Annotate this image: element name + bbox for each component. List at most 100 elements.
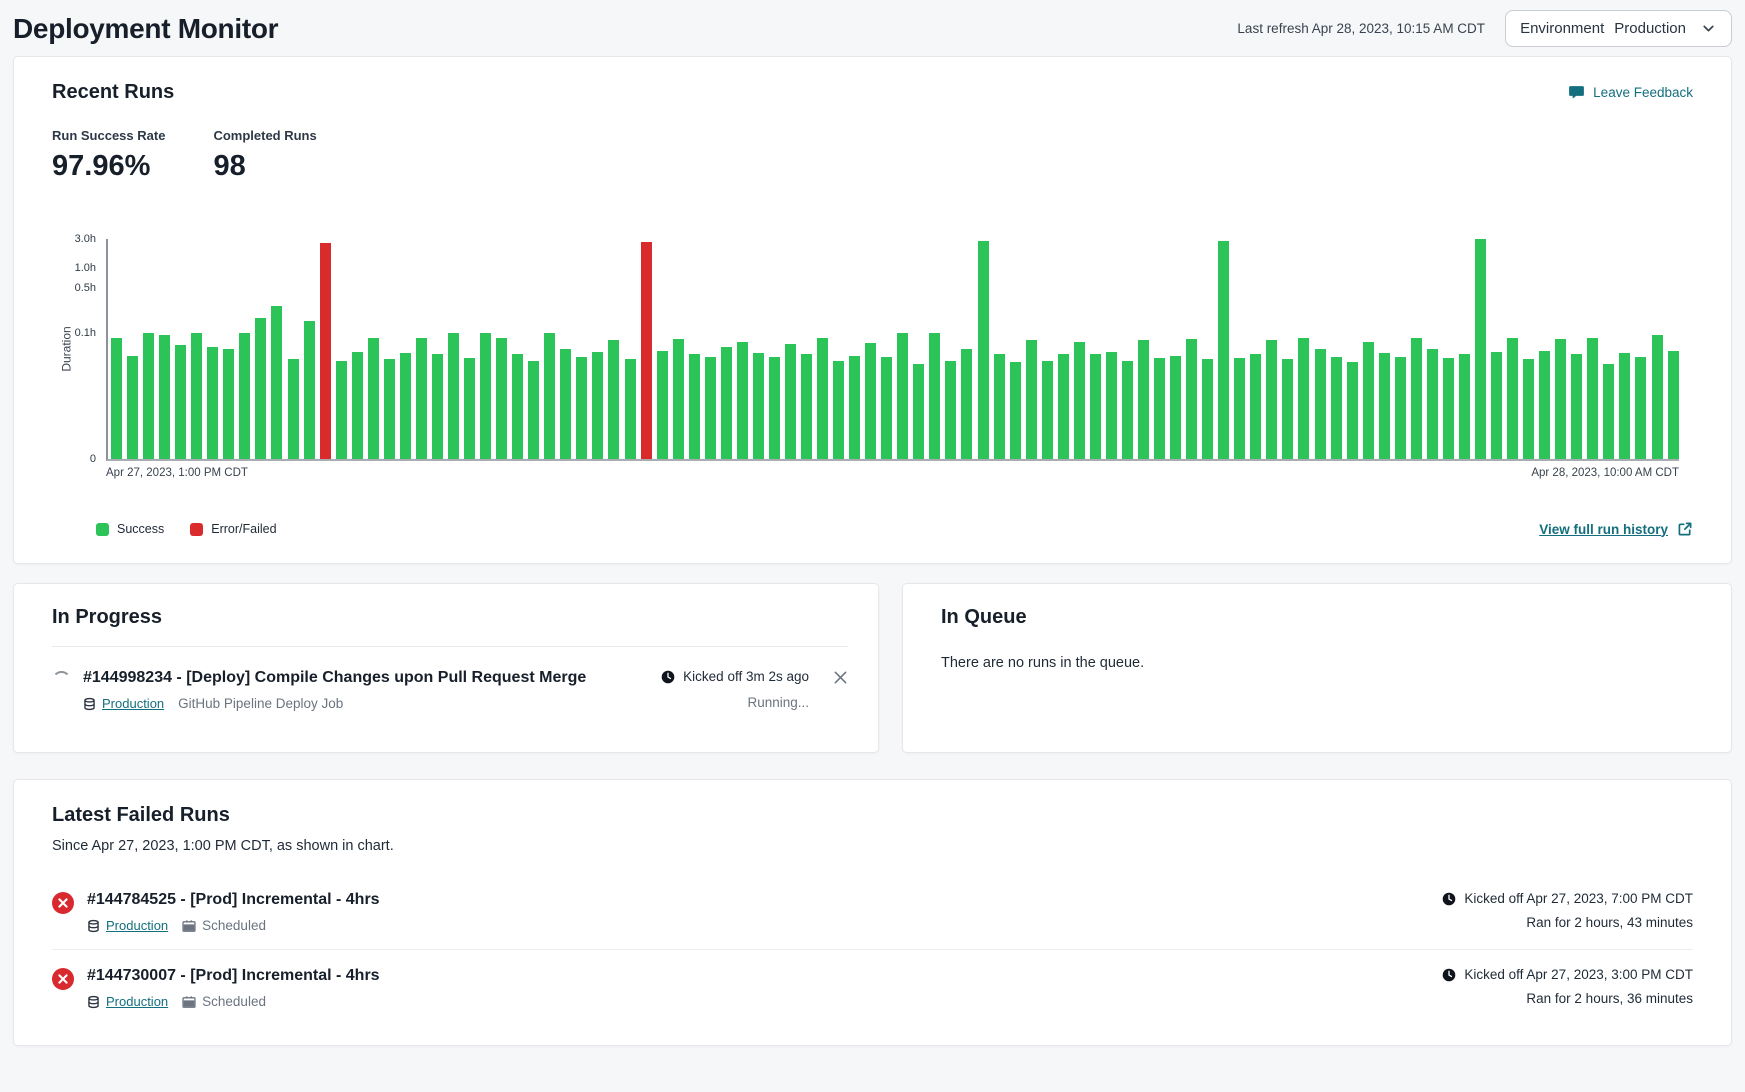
chart-bar-success[interactable] xyxy=(945,361,956,459)
chart-bar-success[interactable] xyxy=(657,351,668,459)
chart-bar-success[interactable] xyxy=(336,361,347,459)
chart-bar-success[interactable] xyxy=(737,342,748,459)
chart-bar-success[interactable] xyxy=(1315,349,1326,459)
chart-bar-success[interactable] xyxy=(1491,352,1502,459)
chart-bar-success[interactable] xyxy=(1363,342,1374,459)
chart-bar-success[interactable] xyxy=(1555,339,1566,459)
chart-bar-success[interactable] xyxy=(592,352,603,459)
chart-bar-success[interactable] xyxy=(239,333,250,459)
chart-bar-success[interactable] xyxy=(1234,358,1245,459)
chart-bar-success[interactable] xyxy=(801,354,812,459)
chart-bar-success[interactable] xyxy=(1106,352,1117,459)
chart-bar-success[interactable] xyxy=(1523,359,1534,459)
chart-bar-success[interactable] xyxy=(608,340,619,459)
chart-bar-success[interactable] xyxy=(1331,357,1342,459)
chart-bar-success[interactable] xyxy=(929,333,940,459)
chart-bar-success[interactable] xyxy=(1443,358,1454,459)
chart-bar-success[interactable] xyxy=(865,343,876,459)
chart-bar-success[interactable] xyxy=(576,357,587,459)
chart-bar-success[interactable] xyxy=(528,361,539,459)
chart-bar-success[interactable] xyxy=(1411,338,1422,459)
chart-bar-success[interactable] xyxy=(1298,338,1309,459)
environment-link-label[interactable]: Production xyxy=(106,918,168,933)
chart-bar-success[interactable] xyxy=(480,333,491,459)
chart-bar-success[interactable] xyxy=(560,349,571,459)
chart-bar-success[interactable] xyxy=(1635,357,1646,459)
chart-bar-success[interactable] xyxy=(1668,351,1679,459)
chart-bar-success[interactable] xyxy=(175,345,186,459)
chart-bar-success[interactable] xyxy=(255,318,266,459)
chart-bar-success[interactable] xyxy=(1154,358,1165,459)
chart-bar-success[interactable] xyxy=(304,321,315,459)
chart-bar-success[interactable] xyxy=(1266,340,1277,459)
chart-bar-success[interactable] xyxy=(1587,338,1598,459)
chart-bar-success[interactable] xyxy=(1090,354,1101,459)
chart-bar-success[interactable] xyxy=(1010,362,1021,459)
chart-bar-success[interactable] xyxy=(432,354,443,459)
chart-bar-success[interactable] xyxy=(1218,241,1229,459)
chart-bar-success[interactable] xyxy=(288,359,299,459)
chart-bar-success[interactable] xyxy=(1395,357,1406,459)
close-icon[interactable] xyxy=(833,670,848,685)
leave-feedback-link[interactable]: Leave Feedback xyxy=(1568,84,1693,101)
chart-bar-success[interactable] xyxy=(1427,349,1438,459)
chart-bar-success[interactable] xyxy=(416,338,427,459)
chart-bar-success[interactable] xyxy=(1026,340,1037,459)
chart-bar-success[interactable] xyxy=(625,359,636,459)
chart-bar-success[interactable] xyxy=(1282,359,1293,459)
environment-link[interactable]: Production xyxy=(87,994,168,1009)
chart-bar-success[interactable] xyxy=(673,339,684,459)
chart-bar-success[interactable] xyxy=(753,353,764,459)
chart-bar-success[interactable] xyxy=(400,353,411,459)
chart-bar-success[interactable] xyxy=(143,333,154,459)
chart-bar-success[interactable] xyxy=(1074,342,1085,459)
chart-bar-success[interactable] xyxy=(833,361,844,459)
chart-bar-success[interactable] xyxy=(1379,353,1390,459)
chart-bar-success[interactable] xyxy=(913,364,924,459)
chart-bar-success[interactable] xyxy=(705,357,716,459)
chart-bar-success[interactable] xyxy=(1619,353,1630,459)
chart-bar-success[interactable] xyxy=(785,344,796,459)
chart-bar-success[interactable] xyxy=(1539,351,1550,459)
environment-link-label[interactable]: Production xyxy=(106,994,168,1009)
chart-bar-success[interactable] xyxy=(817,338,828,459)
chart-bar-success[interactable] xyxy=(1202,359,1213,459)
chart-bar-success[interactable] xyxy=(1058,354,1069,459)
chart-bar-failed[interactable] xyxy=(641,242,652,459)
environment-link-label[interactable]: Production xyxy=(102,696,164,711)
chart-bar-success[interactable] xyxy=(769,357,780,459)
chart-bar-success[interactable] xyxy=(881,357,892,459)
chart-bar-success[interactable] xyxy=(1122,361,1133,459)
chart-bar-success[interactable] xyxy=(1138,340,1149,459)
chart-bar-success[interactable] xyxy=(464,358,475,459)
chart-bar-success[interactable] xyxy=(496,338,507,459)
chart-bar-success[interactable] xyxy=(689,354,700,459)
chart-bar-success[interactable] xyxy=(448,333,459,459)
chart-bar-success[interactable] xyxy=(1170,356,1181,459)
environment-link[interactable]: Production xyxy=(83,696,164,711)
view-full-run-history-link[interactable]: View full run history xyxy=(1539,521,1693,537)
chart-bar-success[interactable] xyxy=(368,338,379,459)
chart-bar-success[interactable] xyxy=(849,356,860,459)
chart-bar-success[interactable] xyxy=(721,347,732,459)
chart-bar-success[interactable] xyxy=(512,354,523,459)
chart-bar-success[interactable] xyxy=(127,356,138,459)
environment-dropdown[interactable]: Environment Production xyxy=(1505,10,1732,47)
chart-bar-success[interactable] xyxy=(1250,354,1261,459)
chart-bar-success[interactable] xyxy=(1475,239,1486,459)
chart-bar-success[interactable] xyxy=(207,347,218,459)
chart-bar-success[interactable] xyxy=(1603,364,1614,459)
chart-bar-success[interactable] xyxy=(897,333,908,459)
chart-bar-success[interactable] xyxy=(384,359,395,459)
chart-bar-success[interactable] xyxy=(352,352,363,459)
chart-bar-failed[interactable] xyxy=(320,243,331,459)
chart-bar-success[interactable] xyxy=(223,349,234,459)
chart-bar-success[interactable] xyxy=(1186,339,1197,459)
chart-bar-success[interactable] xyxy=(159,335,170,459)
chart-bar-success[interactable] xyxy=(1459,354,1470,459)
chart-bar-success[interactable] xyxy=(1347,362,1358,459)
chart-bar-success[interactable] xyxy=(978,241,989,459)
chart-bar-success[interactable] xyxy=(1507,338,1518,459)
chart-bar-success[interactable] xyxy=(961,349,972,459)
chart-bar-success[interactable] xyxy=(994,354,1005,459)
